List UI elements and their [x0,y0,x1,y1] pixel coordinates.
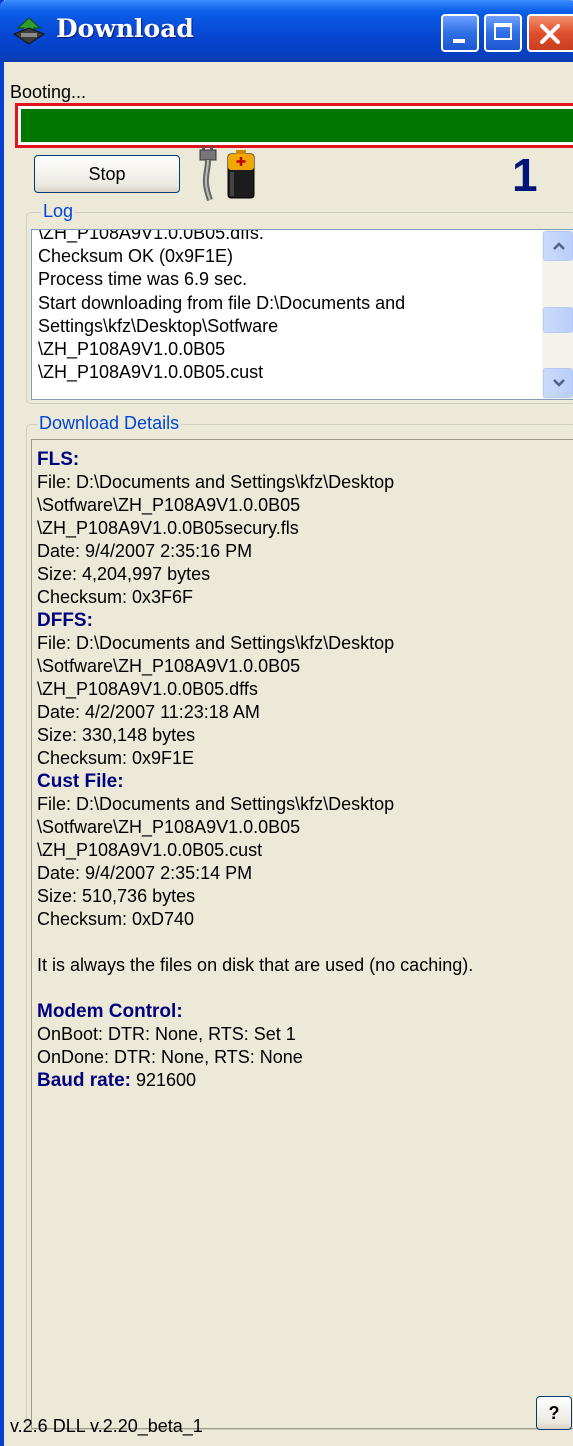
log-legend: Log [41,201,76,222]
close-button[interactable] [527,14,573,52]
dffs-checksum: Checksum: 0x9F1E [37,748,195,768]
baud-rate-value: 921600 [130,1070,197,1090]
device-counter: 1 [512,149,538,201]
close-icon [540,24,560,44]
cable-battery-icon [199,146,255,202]
dffs-file-line-2: \Sotfware\ZH_P108A9V1.0.0B05 [37,656,301,676]
minimize-button[interactable] [441,14,479,52]
download-details-group: Download Details FLS: File: D:\Documents… [26,413,573,1430]
fls-heading: FLS: [37,449,80,470]
cust-size: Size: 510,736 bytes [37,886,196,906]
log-textbox[interactable]: \ZH_P108A9V1.0.0B05.dffs. Checksum OK (0x… [31,229,573,400]
progress-fill [21,109,573,142]
download-app-icon [12,17,46,45]
download-window: Download Booting... Stop 1 Log \ZH_P108A… [0,0,573,1446]
cust-file-line-1: File: D:\Documents and Settings\kfz\Desk… [37,794,395,814]
help-button[interactable]: ? [536,1396,572,1430]
modem-on-done: OnDone: DTR: None, RTS: None [37,1047,303,1067]
chevron-up-icon [553,242,565,250]
log-line: \ZH_P108A9V1.0.0B05.dffs. [38,229,264,243]
status-label: Booting... [10,82,87,102]
download-details-panel: FLS: File: D:\Documents and Settings\kfz… [31,439,573,1429]
version-label: v.2.6 DLL v.2.20_beta_1 [10,1416,203,1436]
dffs-heading: DFFS: [37,610,93,631]
fls-date: Date: 9/4/2007 2:35:16 PM [37,541,253,561]
fls-checksum: Checksum: 0x3F6F [37,587,194,607]
fls-file-line-1: File: D:\Documents and Settings\kfz\Desk… [37,472,395,492]
baud-rate-heading: Baud rate: [37,1070,131,1091]
log-lines: \ZH_P108A9V1.0.0B05.dffs. Checksum OK (0x… [38,229,538,384]
caching-note: It is always the files on disk that are … [37,955,474,975]
log-scrollbar[interactable] [542,230,573,399]
title-bar[interactable]: Download [0,0,573,62]
log-line: Settings\kfz\Desktop\Sotfware [38,315,279,336]
log-group: Log \ZH_P108A9V1.0.0B05.dffs. Checksum OK… [26,201,573,404]
dffs-file-line-3: \ZH_P108A9V1.0.0B05.dffs [37,679,258,699]
cust-date: Date: 9/4/2007 2:35:14 PM [37,863,253,883]
modem-control-heading: Modem Control: [37,1001,183,1022]
fls-file-line-2: \Sotfware\ZH_P108A9V1.0.0B05 [37,495,301,515]
cust-heading: Cust File: [37,771,124,792]
dffs-size: Size: 330,148 bytes [37,725,196,745]
modem-on-boot: OnBoot: DTR: None, RTS: Set 1 [37,1024,296,1044]
download-details-legend: Download Details [37,413,182,434]
log-line: Process time was 6.9 sec. [38,269,248,290]
baud-rate-line: Baud rate: 921600 [37,1069,567,1092]
chevron-down-icon [553,379,565,387]
fls-file-line-3: \ZH_P108A9V1.0.0B05secury.fls [37,518,299,538]
stop-button[interactable]: Stop [34,155,180,193]
maximize-button[interactable] [484,14,522,52]
progress-bar [15,103,573,148]
dffs-date: Date: 4/2/2007 11:23:18 AM [37,702,260,722]
cust-file-line-2: \Sotfware\ZH_P108A9V1.0.0B05 [37,817,301,837]
cust-checksum: Checksum: 0xD740 [37,909,195,929]
scroll-thumb[interactable] [543,307,573,333]
scroll-down-button[interactable] [543,368,573,398]
cust-file-line-3: \ZH_P108A9V1.0.0B05.cust [37,840,263,860]
log-line: \ZH_P108A9V1.0.0B05 [38,339,226,360]
dffs-file-line-1: File: D:\Documents and Settings\kfz\Desk… [37,633,395,653]
scroll-up-button[interactable] [543,231,573,261]
log-line: Start downloading from file D:\Documents… [38,292,406,313]
fls-size: Size: 4,204,997 bytes [37,564,211,584]
window-title: Download [56,14,194,43]
log-line: \ZH_P108A9V1.0.0B05.cust [38,362,264,383]
log-line: Checksum OK (0x9F1E) [38,246,234,267]
